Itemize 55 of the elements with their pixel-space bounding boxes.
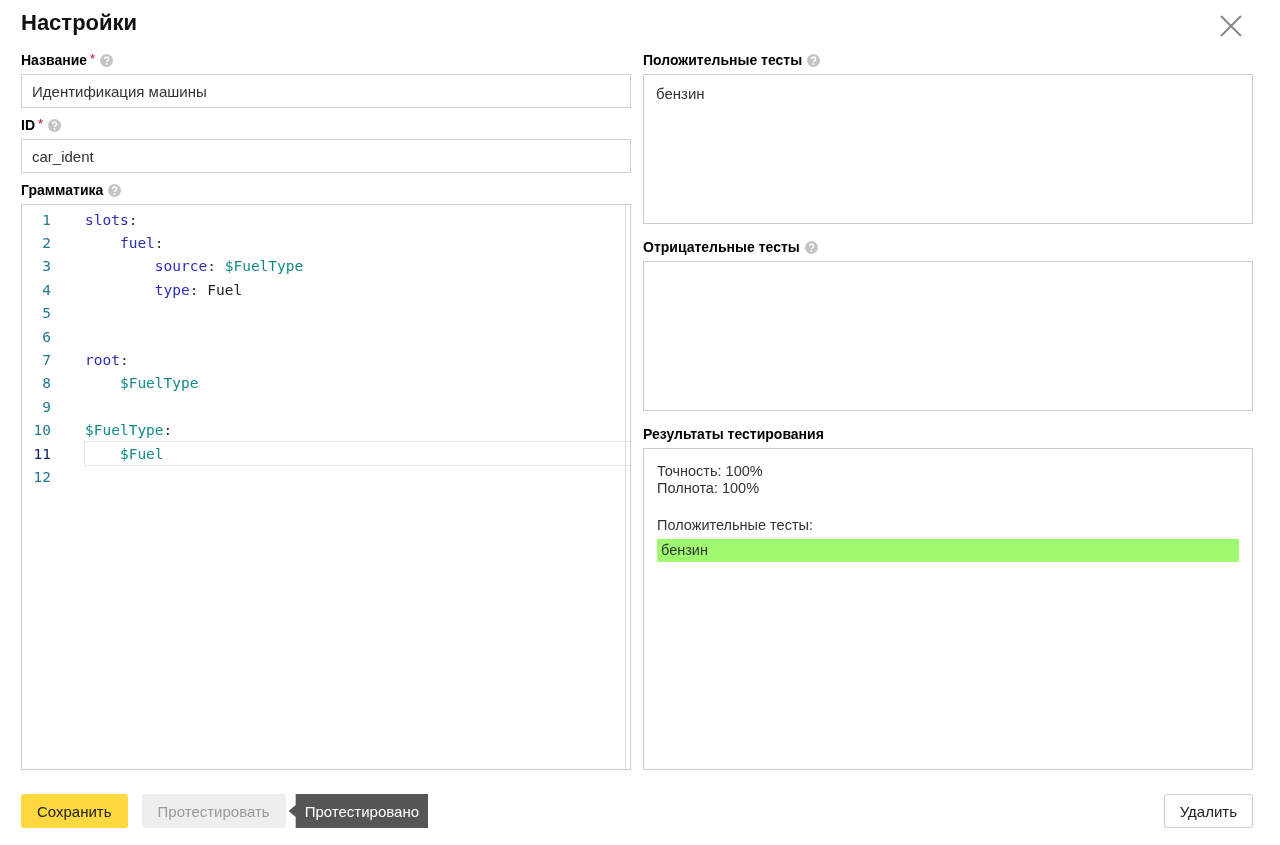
line-number: 4 [41, 281, 51, 298]
results-section-label: Положительные тесты: [657, 517, 814, 534]
line-number: 11 [32, 445, 51, 462]
help-icon[interactable] [48, 118, 62, 132]
text-field[interactable]: Идентификация машины [21, 74, 631, 108]
line-number: 6 [41, 328, 51, 345]
text-area[interactable]: бензин [643, 74, 1253, 224]
code-token: type [153, 281, 190, 298]
code-token: : [128, 211, 138, 228]
field-label: ID [21, 117, 35, 133]
code-token: slots [85, 211, 129, 228]
delete-button[interactable]: Удалить [1163, 794, 1253, 828]
line-number: 5 [41, 305, 51, 322]
status-tooltip: Протестировано [287, 794, 429, 828]
code-token: $FuelType [224, 258, 304, 275]
test-result: бензин [657, 539, 1239, 562]
code-token: : [119, 352, 129, 369]
metric-text: Точность: 100% [657, 463, 764, 480]
code-token: : [163, 422, 173, 439]
save-button[interactable]: Сохранить [21, 794, 128, 828]
text-area[interactable] [643, 261, 1253, 411]
help-icon[interactable] [108, 183, 122, 197]
field-label: Название [21, 52, 88, 68]
code-token: : [154, 235, 164, 252]
line-number: 7 [41, 352, 51, 369]
code-token: $FuelType [118, 375, 199, 392]
line-number: 1 [41, 211, 51, 228]
line-number: 12 [32, 469, 51, 485]
help-icon[interactable] [807, 53, 821, 67]
dialog-title: Настройки [21, 10, 138, 36]
line-number: 10 [32, 422, 51, 439]
line-number: 8 [41, 375, 51, 392]
help-icon[interactable] [100, 53, 114, 67]
section-label: Результаты тестирования [643, 426, 824, 442]
code-token: source [153, 258, 208, 275]
code-token: $FuelType [85, 422, 164, 439]
field-label: Положительные тесты [643, 52, 803, 68]
field-label: Отрицательные тесты [643, 239, 800, 255]
line-number: 3 [41, 258, 51, 275]
code-token: fuel [118, 235, 155, 252]
code-token: $Fuel [118, 445, 164, 462]
code-token: : [207, 258, 217, 275]
code-token: root [85, 352, 120, 369]
metric-text: Полнота: 100% [657, 480, 761, 497]
required-mark: * [38, 116, 44, 131]
close-icon[interactable] [1220, 15, 1242, 37]
line-number: 9 [41, 398, 51, 415]
code-editor[interactable]: 1 slots: 2 fuel: 3 source: $FuelType 4 type: Fuel 5 6 7 root: 8 $FuelType 9 10 $FuelType: 11 $Fuel 12 [21, 204, 631, 770]
field-label: Грамматика [21, 182, 104, 198]
code-token: : [189, 281, 200, 298]
code-token: Fuel [207, 281, 243, 298]
text-field[interactable]: car_ident [21, 139, 631, 173]
help-icon[interactable] [804, 240, 818, 254]
required-mark: * [90, 51, 96, 66]
line-number: 2 [41, 235, 51, 252]
